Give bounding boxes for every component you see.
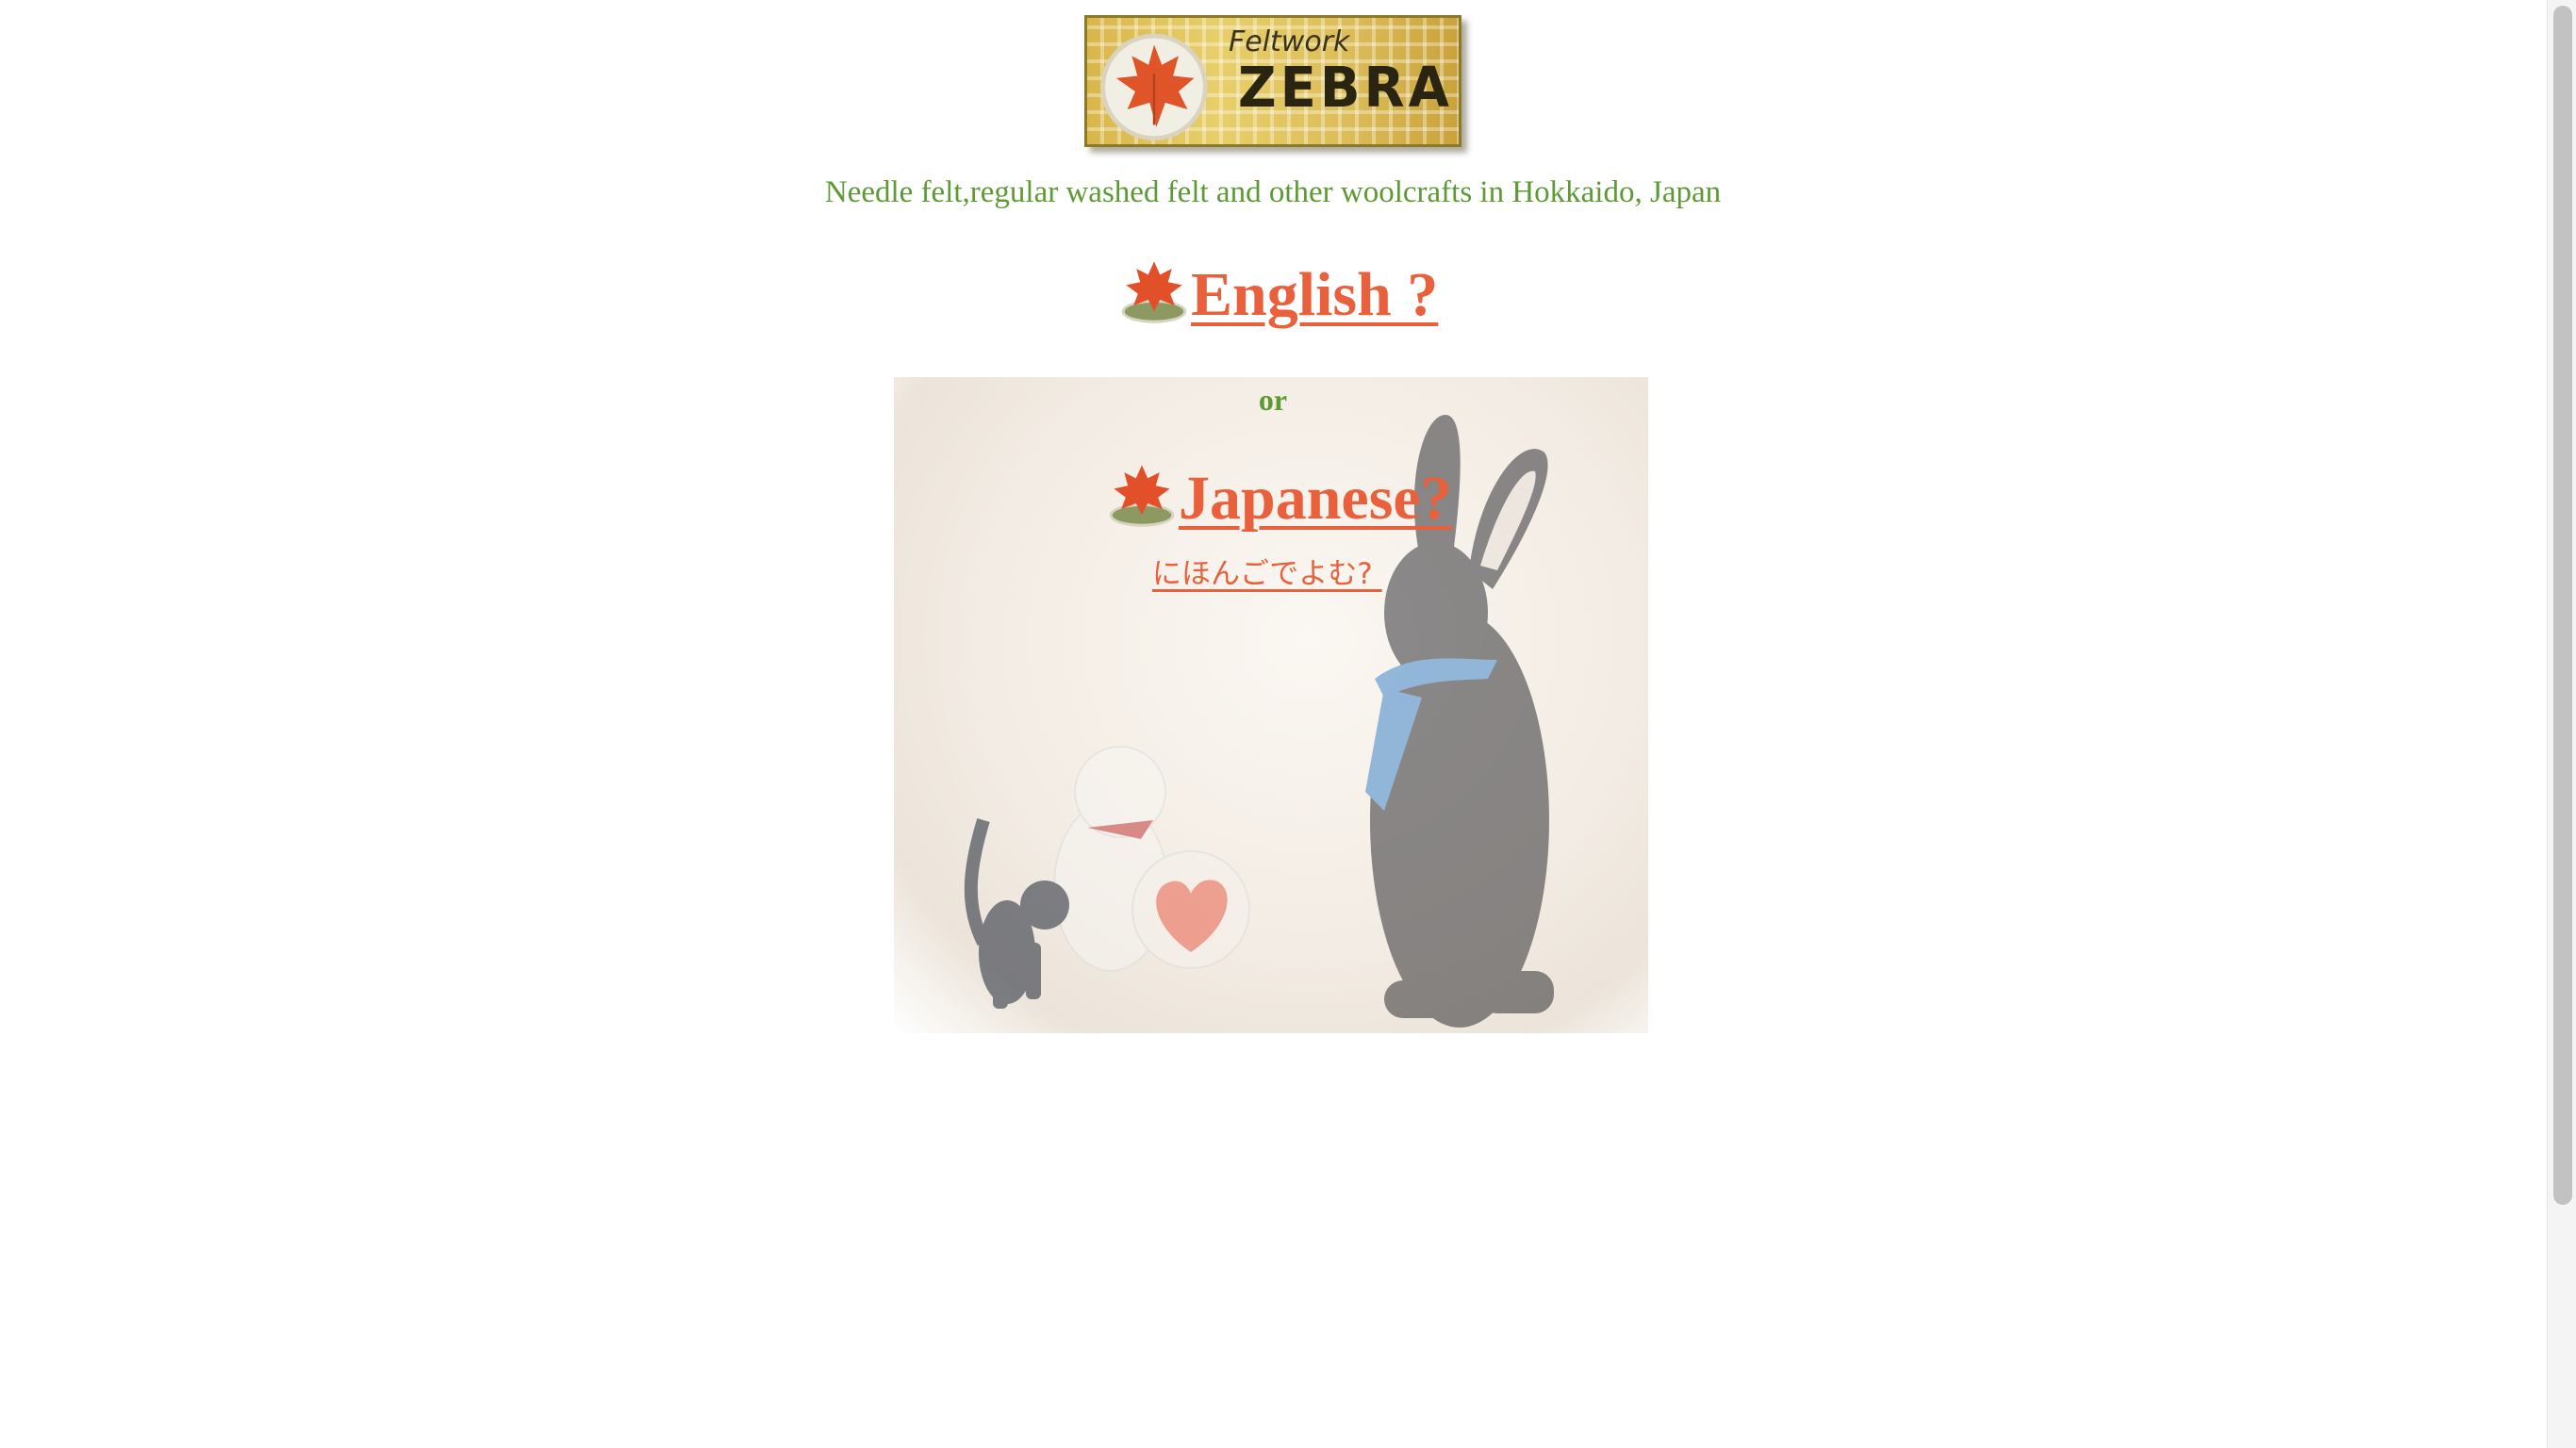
felt-maple-leaf-icon — [1109, 465, 1175, 527]
scrollbar-track[interactable] — [2547, 0, 2576, 1448]
or-text: or — [1258, 383, 1288, 417]
felt-maple-leaf-icon — [1100, 33, 1208, 140]
logo-text-feltwork: Feltwork — [1229, 25, 1350, 58]
tagline: Needle felt,regular washed felt and othe… — [824, 175, 1722, 209]
japanese-link-row[interactable]: Japanese? — [1105, 456, 1452, 530]
felt-black-cat-figure — [964, 817, 1069, 1009]
english-link-row[interactable]: English ? — [1117, 253, 1438, 326]
felt-heart-ball-figure — [1131, 850, 1250, 969]
felt-maple-leaf-icon — [1121, 261, 1187, 323]
logo-text-zebra: ZEBRA — [1238, 56, 1454, 121]
english-link[interactable]: English ? — [1191, 264, 1438, 326]
japanese-sub-link[interactable]: にほんごでよむ? — [1152, 550, 1382, 592]
japanese-link[interactable]: Japanese? — [1179, 468, 1452, 530]
feltwork-zebra-logo: Feltwork ZEBRA — [1084, 15, 1461, 147]
page: Feltwork ZEBRA Needle felt,regular washe… — [0, 0, 2576, 1448]
scrollbar-thumb[interactable] — [2553, 6, 2572, 1205]
